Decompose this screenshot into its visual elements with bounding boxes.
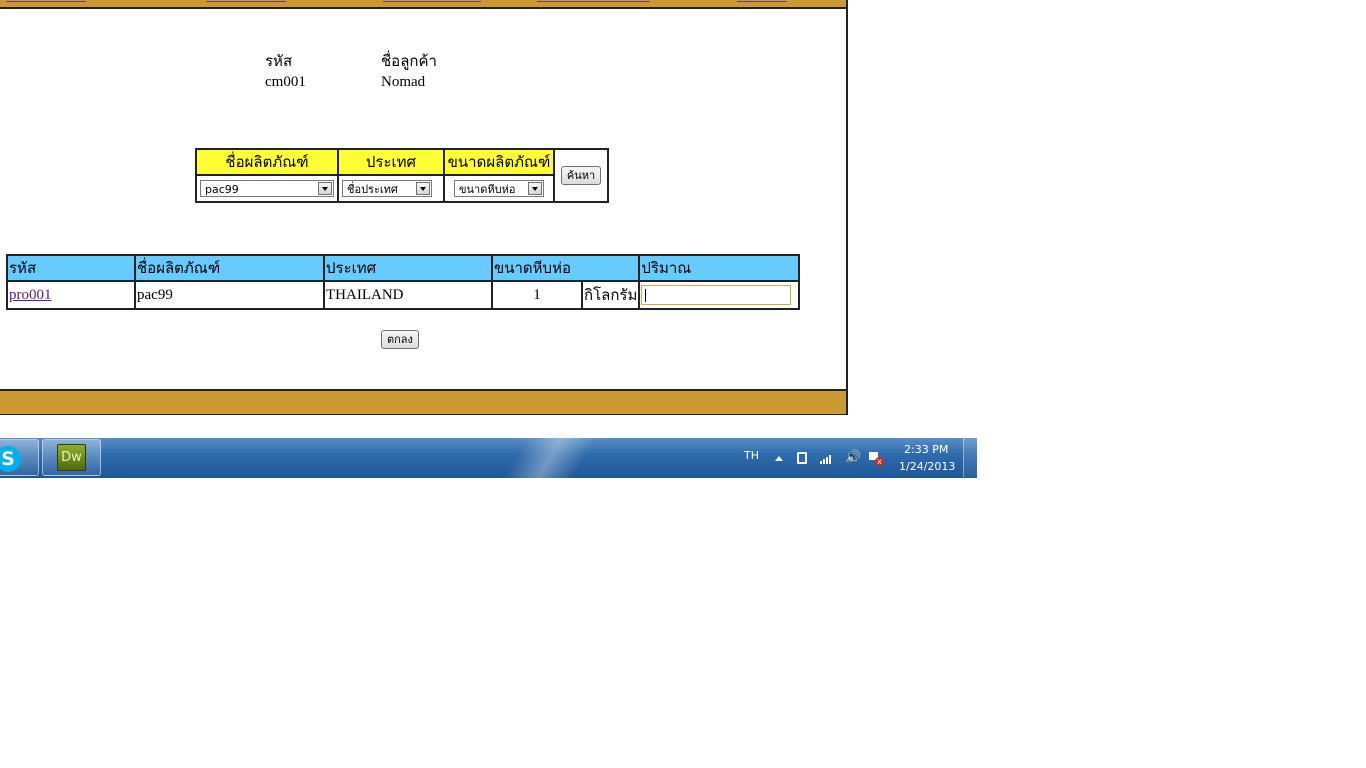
taskbar-glare: [480, 438, 620, 478]
country-select-cell: ชื่อประเทศ: [337, 174, 445, 203]
network-signal-icon[interactable]: [820, 452, 834, 464]
search-form-table: ชื่อผลิตภัณฑ์ ประเทศ ขนาดผลิตภัณฑ์ ค้นหา…: [195, 148, 609, 203]
row-product: pac99: [134, 280, 325, 310]
chevron-down-icon[interactable]: [416, 182, 430, 195]
row-size: 1: [491, 280, 583, 310]
action-center-flag-icon[interactable]: x: [869, 452, 884, 466]
customer-name-label: ชื่อลูกค้า: [381, 54, 437, 70]
dreamweaver-icon: Dw: [57, 444, 86, 471]
row-unit: กิโลกรัม: [580, 280, 641, 310]
nav-link-5[interactable]: [737, 0, 787, 2]
results-table: รหัส ชื่อผลิตภัณฑ์ ประเทศ ขนาดหีบห่อ ปริ…: [6, 254, 801, 310]
page-border: [846, 0, 848, 415]
country-select-value: ชื่อประเทศ: [347, 183, 398, 196]
table-row: pro001 pac99 THAILAND 1 กิโลกรัม: [6, 280, 801, 310]
volume-icon[interactable]: 🔊: [845, 450, 861, 465]
row-quantity-cell: [638, 280, 801, 310]
chevron-down-icon[interactable]: [528, 182, 542, 196]
footer-bar: [0, 389, 846, 415]
product-code-link[interactable]: pro001: [9, 287, 52, 303]
nav-link-1[interactable]: [6, 0, 86, 2]
chevron-down-icon[interactable]: [318, 182, 332, 195]
product-select-cell: pac99: [195, 174, 339, 203]
results-header-size: ขนาดหีบห่อ: [490, 254, 641, 282]
results-header-quantity: ปริมาณ: [638, 254, 801, 282]
taskbar-app-skype[interactable]: S: [0, 439, 39, 476]
size-select[interactable]: ขนาดหีบห่อ: [454, 180, 544, 198]
search-button[interactable]: ค้นหา: [560, 166, 602, 185]
row-code-cell: pro001: [6, 280, 136, 310]
size-select-value: ขนาดหีบห่อ: [459, 183, 516, 197]
customer-name-value: Nomad: [381, 74, 426, 90]
search-header-country: ประเทศ: [337, 148, 445, 176]
show-hidden-icons-icon[interactable]: [775, 456, 783, 461]
country-select[interactable]: ชื่อประเทศ: [342, 180, 432, 197]
top-nav-bar: [0, 0, 846, 9]
nav-link-2[interactable]: [206, 0, 286, 2]
language-indicator[interactable]: TH: [744, 449, 759, 462]
search-button-cell: ค้นหา: [553, 148, 609, 203]
results-header-country: ประเทศ: [323, 254, 493, 282]
search-header-size: ขนาดผลิตภัณฑ์: [443, 148, 555, 176]
results-header-code: รหัส: [6, 254, 136, 282]
power-icon[interactable]: [797, 452, 807, 464]
web-page: รหัส ชื่อลูกค้า cm001 Nomad ชื่อผลิตภัณฑ…: [0, 0, 848, 415]
product-select-value: pac99: [205, 183, 239, 196]
show-desktop-button[interactable]: [963, 438, 977, 478]
clock-date[interactable]: 1/24/2013: [899, 460, 955, 473]
product-select[interactable]: pac99: [200, 180, 334, 197]
submit-button[interactable]: ตกลง: [381, 330, 419, 349]
skype-icon: S: [0, 446, 21, 472]
nav-link-3[interactable]: [383, 0, 481, 2]
nav-link-4[interactable]: [537, 0, 650, 2]
customer-id-label: รหัส: [265, 54, 293, 70]
quantity-input[interactable]: [641, 285, 792, 305]
clock-time[interactable]: 2:33 PM: [904, 443, 948, 456]
text-caret: [645, 289, 647, 302]
results-header-product: ชื่อผลิตภัณฑ์: [134, 254, 325, 282]
row-country: THAILAND: [323, 280, 493, 310]
windows-taskbar: S Dw TH 🔊 x 2:33 PM 1/24/2013: [0, 438, 977, 478]
search-header-product: ชื่อผลิตภัณฑ์: [195, 148, 339, 176]
taskbar-app-dreamweaver[interactable]: Dw: [42, 439, 101, 476]
customer-id-value: cm001: [265, 74, 306, 90]
size-select-cell: ขนาดหีบห่อ: [443, 174, 555, 203]
